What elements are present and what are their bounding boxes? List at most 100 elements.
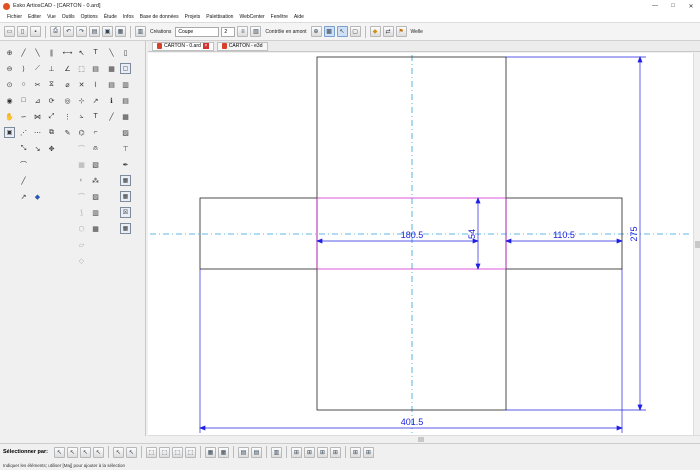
layer-filter-icon[interactable]: ▤ [237, 446, 249, 458]
vertical-scrollbar[interactable] [693, 53, 700, 435]
line-filter-icon[interactable]: ▥ [270, 446, 282, 458]
select-element-icon[interactable]: ↖ [53, 446, 65, 458]
dimension-edit-icon[interactable]: ✎ [62, 127, 73, 138]
snap-icon[interactable]: ⊕ [310, 26, 322, 37]
menu-webcenter[interactable]: WebCenter [236, 14, 267, 20]
attribute-icon[interactable]: ⍝ [90, 143, 101, 154]
maximize-button[interactable]: □ [664, 0, 682, 12]
layout-icon[interactable]: ▦ [90, 223, 101, 234]
filter-icon[interactable]: ▦ [204, 446, 216, 458]
rotate-icon[interactable]: ⟳ [46, 95, 57, 106]
close-button[interactable]: ✕ [682, 0, 700, 12]
image-icon[interactable]: ▨ [90, 191, 101, 202]
pan-hand-icon[interactable]: ✋ [4, 111, 15, 122]
snap-mode-6-icon[interactable]: ⊞ [362, 446, 374, 458]
area-icon[interactable]: ⌬ [76, 127, 87, 138]
mirror-icon[interactable]: ⧖ [46, 79, 57, 90]
angle-line-icon[interactable]: ╲ [32, 47, 43, 58]
document-icon[interactable]: ▯ [120, 47, 131, 58]
report-icon[interactable]: ▤ [120, 95, 131, 106]
cursor-mode-icon[interactable]: ↖ [336, 26, 348, 37]
filter-2-icon[interactable]: ▦ [217, 446, 229, 458]
info-icon[interactable]: ℹ [106, 95, 117, 106]
frame-icon[interactable]: ▢ [120, 63, 131, 74]
select-type-icon[interactable]: ↖ [79, 446, 91, 458]
arrow-annotation-icon[interactable]: ↗ [90, 95, 101, 106]
barcode-icon[interactable]: ▥ [90, 207, 101, 218]
move-icon[interactable]: ✥ [46, 143, 57, 154]
measure-icon[interactable]: ▣ [4, 127, 15, 138]
draw-line-icon[interactable]: ╱ [18, 175, 29, 186]
menu-edit[interactable]: Editer [25, 14, 44, 20]
menu-database[interactable]: Base de données [137, 14, 182, 20]
menu-info[interactable]: Infos [120, 14, 137, 20]
minimize-button[interactable]: — [646, 0, 664, 12]
properties-icon[interactable]: ▣ [102, 26, 113, 37]
copy-icon[interactable]: ▢ [349, 26, 361, 37]
perpendicular-icon[interactable]: ⊥ [46, 63, 57, 74]
grid-view-3-icon[interactable]: ▦ [120, 223, 131, 234]
tangent-icon[interactable]: ⟋ [32, 63, 43, 74]
info-table-icon[interactable]: ▤ [106, 79, 117, 90]
tab-carton-3d[interactable]: CARTON - e3d [216, 41, 268, 51]
select-window-mode-icon[interactable]: ⬚ [145, 446, 157, 458]
line-type-select[interactable]: Coupe [175, 26, 220, 37]
dimension-angle-icon[interactable]: ∠ [62, 63, 73, 74]
menu-file[interactable]: Fichier [4, 14, 25, 20]
menu-help[interactable]: Aide [291, 14, 307, 20]
panel-icon[interactable]: ▥ [120, 79, 131, 90]
offset-tool-icon[interactable]: ⋰ [18, 127, 29, 138]
new-file-icon[interactable]: ▯ [17, 26, 28, 37]
menu-design[interactable]: Étude [101, 14, 120, 20]
snap-mode-3-icon[interactable]: ⊞ [316, 446, 328, 458]
parallel-icon[interactable]: ∥ [46, 47, 57, 58]
join-icon[interactable]: ⋈ [32, 111, 43, 122]
select-inside-icon[interactable]: ⬚ [171, 446, 183, 458]
dimension-point-icon[interactable]: ◎ [62, 95, 73, 106]
drawing-canvas[interactable]: 180.5 54 110.5 275 401.5 [148, 53, 693, 435]
select-window-icon[interactable]: ⬚ [76, 63, 87, 74]
note-icon[interactable]: ▤ [90, 63, 101, 74]
break-icon[interactable]: ⋯ [32, 127, 43, 138]
hatch-icon[interactable]: ▧ [90, 159, 101, 170]
rectangle-tool-icon[interactable]: □ [18, 95, 29, 106]
trim-icon[interactable]: ✂ [32, 79, 43, 90]
line-tool-icon[interactable]: ╱ [18, 47, 29, 58]
line-style-icon[interactable]: ≡ [237, 26, 249, 37]
grid-icon[interactable]: ▦ [115, 26, 126, 37]
tab-carton-ard[interactable]: CARTON - 0.ard × [152, 41, 214, 51]
redo-icon[interactable]: ↷ [76, 26, 87, 37]
line-value-select[interactable]: 2 [221, 26, 236, 37]
horizontal-scroll-thumb[interactable] [418, 437, 424, 442]
select-invert-icon[interactable]: ↖ [125, 446, 137, 458]
dimension-line-icon[interactable]: ⟷ [62, 47, 73, 58]
hook-icon[interactable]: ⌐ [90, 127, 101, 138]
info-grid-icon[interactable]: ▦ [106, 63, 117, 74]
dimension-chain-icon[interactable]: ⋮ [62, 111, 73, 122]
fillet-tool-icon[interactable]: ⌒ [18, 159, 29, 170]
transform-icon[interactable]: ⇄ [382, 26, 394, 37]
measure-distance-icon[interactable]: ⊹ [76, 95, 87, 106]
horizontal-scrollbar[interactable] [148, 435, 700, 443]
arc-tool-icon[interactable]: ⟩ [18, 63, 29, 74]
zoom-window-icon[interactable]: ⊙ [4, 79, 15, 90]
close-tab-icon[interactable]: × [202, 43, 209, 49]
check-icon[interactable]: ▧ [250, 26, 262, 37]
pen-icon[interactable]: ✒ [120, 159, 131, 170]
delete-icon[interactable]: ✕ [76, 79, 87, 90]
menu-palletization[interactable]: Palettisation [203, 14, 236, 20]
snap-mode-4-icon[interactable]: ⊞ [329, 446, 341, 458]
menu-options[interactable]: Options [78, 14, 101, 20]
creation-icon[interactable]: ▥ [135, 26, 146, 37]
menu-tools[interactable]: Outils [59, 14, 78, 20]
text-tool-icon[interactable]: T [90, 47, 101, 58]
vertical-scroll-thumb[interactable] [695, 241, 700, 248]
select-cross-mode-icon[interactable]: ⬚ [158, 446, 170, 458]
dimension-radius-icon[interactable]: ⌀ [62, 79, 73, 90]
text-angle-icon[interactable]: T [90, 111, 101, 122]
select-mode-icon[interactable]: ▩ [323, 26, 335, 37]
select-all-icon[interactable]: ↖ [92, 446, 104, 458]
grid-view-2-icon[interactable]: ▦ [120, 191, 131, 202]
sheet-icon[interactable]: ▦ [120, 111, 131, 122]
snap-mode-1-icon[interactable]: ⊞ [290, 446, 302, 458]
